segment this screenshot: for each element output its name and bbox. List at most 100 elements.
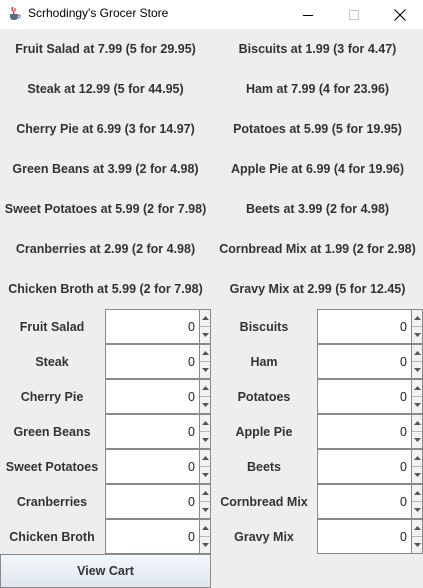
decrement-button[interactable]: [200, 501, 210, 518]
increment-button[interactable]: [200, 520, 210, 536]
quantity-field[interactable]: 0: [105, 484, 199, 519]
quantity-label: Cherry Pie: [20, 389, 84, 404]
quantity-field[interactable]: 0: [317, 309, 411, 344]
quantity-spinner[interactable]: 0: [317, 379, 423, 414]
increment-button[interactable]: [200, 310, 210, 326]
quantity-label: Beets: [246, 459, 282, 474]
down-arrow-icon: [201, 368, 209, 372]
up-arrow-icon: [201, 491, 209, 495]
increment-button[interactable]: [412, 310, 422, 326]
up-arrow-icon: [413, 386, 421, 390]
quantity-spinner[interactable]: 0: [317, 519, 423, 554]
quantity-label: Sweet Potatoes: [5, 459, 99, 474]
quantity-label: Chicken Broth: [9, 529, 95, 544]
up-arrow-icon: [413, 316, 421, 320]
down-arrow-icon: [413, 438, 421, 442]
quantity-field[interactable]: 0: [317, 449, 411, 484]
quantity-spinner[interactable]: 0: [105, 344, 211, 379]
price-label: Beets at 3.99 (2 for 4.98): [245, 202, 390, 216]
down-arrow-icon: [413, 508, 421, 512]
increment-button[interactable]: [200, 380, 210, 396]
increment-button[interactable]: [200, 485, 210, 501]
close-icon: [394, 8, 406, 21]
close-button[interactable]: [377, 0, 423, 29]
down-arrow-icon: [201, 543, 209, 547]
quantity-spinner[interactable]: 0: [317, 414, 423, 449]
quantity-field[interactable]: 0: [317, 519, 411, 554]
quantity-field[interactable]: 0: [105, 379, 199, 414]
decrement-button[interactable]: [412, 431, 422, 448]
price-label: Ham at 7.99 (4 for 23.96): [245, 82, 390, 96]
maximize-button[interactable]: [331, 0, 377, 29]
up-arrow-icon: [413, 491, 421, 495]
quantity-label: Ham: [250, 354, 278, 369]
decrement-button[interactable]: [200, 361, 210, 378]
price-label: Green Beans at 3.99 (2 for 4.98): [12, 162, 199, 176]
decrement-button[interactable]: [200, 466, 210, 483]
quantity-spinner[interactable]: 0: [105, 484, 211, 519]
quantity-spinner[interactable]: 0: [105, 519, 211, 554]
view-cart-button[interactable]: View Cart: [0, 554, 211, 588]
quantity-label: Cornbread Mix: [220, 494, 308, 509]
increment-button[interactable]: [200, 450, 210, 466]
quantity-field[interactable]: 0: [317, 414, 411, 449]
down-arrow-icon: [201, 403, 209, 407]
content-pane: Fruit Salad at 7.99 (5 for 29.95) Biscui…: [0, 29, 423, 588]
quantity-field[interactable]: 0: [317, 379, 411, 414]
quantity-field[interactable]: 0: [317, 484, 411, 519]
quantity-field[interactable]: 0: [317, 344, 411, 379]
quantity-spinner[interactable]: 0: [317, 449, 423, 484]
decrement-button[interactable]: [200, 396, 210, 413]
price-label: Cornbread Mix at 1.99 (2 for 2.98): [219, 242, 416, 256]
down-arrow-icon: [413, 543, 421, 547]
quantity-field[interactable]: 0: [105, 309, 199, 344]
price-label: Steak at 12.99 (5 for 44.95): [27, 82, 184, 96]
price-label: Sweet Potatoes at 5.99 (2 for 7.98): [4, 202, 207, 216]
quantity-spinner[interactable]: 0: [105, 449, 211, 484]
price-label: Gravy Mix at 2.99 (5 for 12.45): [229, 282, 406, 296]
decrement-button[interactable]: [200, 536, 210, 553]
quantity-label: Gravy Mix: [234, 529, 294, 544]
increment-button[interactable]: [412, 450, 422, 466]
decrement-button[interactable]: [412, 326, 422, 343]
increment-button[interactable]: [412, 485, 422, 501]
down-arrow-icon: [201, 438, 209, 442]
increment-button[interactable]: [200, 415, 210, 431]
quantity-spinner[interactable]: 0: [105, 379, 211, 414]
decrement-button[interactable]: [412, 361, 422, 378]
quantity-field[interactable]: 0: [105, 414, 199, 449]
quantity-field[interactable]: 0: [105, 519, 199, 554]
quantity-spinner[interactable]: 0: [317, 309, 423, 344]
decrement-button[interactable]: [200, 431, 210, 448]
increment-button[interactable]: [412, 380, 422, 396]
decrement-button[interactable]: [412, 466, 422, 483]
price-label: Biscuits at 1.99 (3 for 4.47): [238, 42, 397, 56]
price-label: Cherry Pie at 6.99 (3 for 14.97): [16, 122, 195, 136]
quantity-field[interactable]: 0: [105, 449, 199, 484]
increment-button[interactable]: [412, 520, 422, 536]
decrement-button[interactable]: [200, 326, 210, 343]
window-title: Scrhodingy's Grocer Store: [28, 6, 169, 20]
quantity-spinner[interactable]: 0: [105, 414, 211, 449]
quantity-field[interactable]: 0: [105, 344, 199, 379]
increment-button[interactable]: [412, 345, 422, 361]
price-label: Chicken Broth at 5.99 (2 for 7.98): [8, 282, 203, 296]
decrement-button[interactable]: [412, 501, 422, 518]
quantity-label: Fruit Salad: [19, 319, 85, 334]
quantity-label: Steak: [35, 354, 69, 369]
quantity-spinner[interactable]: 0: [317, 484, 423, 519]
increment-button[interactable]: [412, 415, 422, 431]
quantity-spinner[interactable]: 0: [317, 344, 423, 379]
decrement-button[interactable]: [412, 396, 422, 413]
quantity-label: Apple Pie: [235, 424, 293, 439]
quantity-spinner[interactable]: 0: [105, 309, 211, 344]
increment-button[interactable]: [200, 345, 210, 361]
up-arrow-icon: [201, 351, 209, 355]
minimize-button[interactable]: [285, 0, 331, 29]
decrement-button[interactable]: [412, 536, 422, 553]
up-arrow-icon: [413, 421, 421, 425]
title-bar: Scrhodingy's Grocer Store: [0, 0, 423, 29]
up-arrow-icon: [201, 316, 209, 320]
down-arrow-icon: [413, 473, 421, 477]
up-arrow-icon: [201, 421, 209, 425]
